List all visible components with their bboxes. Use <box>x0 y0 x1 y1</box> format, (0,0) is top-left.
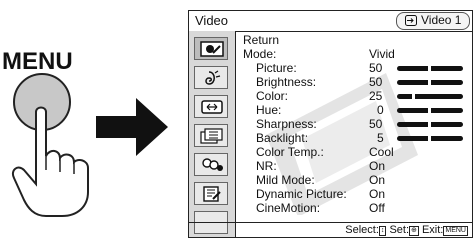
setup-icon <box>203 186 221 202</box>
exit-hint: Exit: <box>421 224 444 236</box>
cinemotion-value: Off <box>369 201 385 215</box>
cinemotion-label: CineMotion: <box>256 201 321 215</box>
up-down-key-icon: ↕ <box>378 226 387 236</box>
parental-lock-menu-tab[interactable] <box>194 153 228 176</box>
backlight-slider[interactable] <box>397 135 463 142</box>
sharpness-slider[interactable] <box>397 121 463 128</box>
screen-icon <box>201 100 223 114</box>
color-temp-value: Cool <box>369 145 394 159</box>
set-hint: Set: <box>389 224 410 236</box>
menu-item-sharpness[interactable]: Sharpness: 50 <box>236 117 472 132</box>
return-label: Return <box>243 33 280 47</box>
screen-menu-tab[interactable] <box>194 95 228 118</box>
hue-value: 0 <box>377 103 384 117</box>
menu-item-nr[interactable]: NR: On <box>236 159 472 174</box>
picture-settings-list: Return Mode: Vivid Picture: 50 Brightnes… <box>236 31 472 222</box>
color-slider[interactable] <box>397 93 463 100</box>
menu-item-mild-mode[interactable]: Mild Mode: On <box>236 173 472 188</box>
picture-icon <box>200 41 224 57</box>
menu-item-backlight[interactable]: Backlight: 5 <box>236 131 472 146</box>
mild-mode-value: On <box>369 173 386 187</box>
color-temp-label: Color Temp.: <box>256 145 324 159</box>
picture-slider[interactable] <box>397 65 463 72</box>
menu-item-picture[interactable]: Picture: 50 <box>236 61 472 76</box>
slider-knob <box>428 135 431 142</box>
menu-item-mode[interactable]: Mode: Vivid <box>236 47 472 62</box>
dynamic-picture-label: Dynamic Picture: <box>256 187 347 201</box>
color-value: 25 <box>369 89 383 103</box>
arrow-right-icon <box>96 98 168 156</box>
picture-menu-tab[interactable] <box>194 37 228 60</box>
slider-knob <box>428 65 431 72</box>
osd-footer: Select: ↕ Set: ⊕ Exit: MENU <box>189 222 472 238</box>
dynamic-picture-value: On <box>369 187 386 201</box>
mode-value: Vivid <box>369 47 395 61</box>
slider-knob <box>428 107 431 114</box>
nr-label: NR: <box>256 159 277 173</box>
channel-menu-tab[interactable] <box>194 124 228 147</box>
brightness-value: 50 <box>369 75 383 89</box>
pressing-hand-icon <box>12 73 89 217</box>
menu-item-hue[interactable]: Hue: 0 <box>236 103 472 118</box>
menu-item-color-temp[interactable]: Color Temp.: Cool <box>236 145 472 160</box>
input-source-icon <box>405 15 417 26</box>
menu-item-cinemotion[interactable]: CineMotion: Off <box>236 201 472 216</box>
sharpness-label: Sharpness: <box>256 117 317 131</box>
brightness-label: Brightness: <box>256 75 317 89</box>
hue-slider[interactable] <box>397 107 463 114</box>
slider-knob <box>428 79 431 86</box>
slider-knob <box>428 121 431 128</box>
tv-osd-menu: Video Video 1 Return Mode: Vivid Picture… <box>188 10 473 238</box>
select-hint: Select: <box>345 224 379 236</box>
sharpness-value: 50 <box>369 117 383 131</box>
mode-label: Mode: <box>243 47 277 61</box>
nr-value: On <box>369 159 386 173</box>
sound-menu-tab[interactable] <box>194 66 228 89</box>
channel-icon <box>200 128 223 144</box>
setup-menu-tab[interactable] <box>194 182 228 205</box>
slider-knob <box>412 93 415 100</box>
osd-header: Video Video 1 <box>189 11 472 32</box>
menu-item-color[interactable]: Color: 25 <box>236 89 472 104</box>
enter-key-icon: ⊕ <box>409 226 419 236</box>
footer-hints: Select: ↕ Set: ⊕ Exit: MENU <box>345 224 468 236</box>
parental-lock-icon <box>202 158 223 171</box>
sound-icon <box>205 70 221 85</box>
backlight-label: Backlight: <box>256 131 309 145</box>
picture-value: 50 <box>369 61 383 75</box>
menu-item-brightness[interactable]: Brightness: 50 <box>236 75 472 90</box>
color-label: Color: <box>256 89 289 103</box>
osd-sidebar <box>189 31 236 237</box>
mild-mode-label: Mild Mode: <box>256 173 315 187</box>
brightness-slider[interactable] <box>397 79 463 86</box>
menu-item-dynamic-picture[interactable]: Dynamic Picture: On <box>236 187 472 202</box>
input-label: Video 1 <box>421 13 462 27</box>
backlight-value: 5 <box>377 131 384 145</box>
hue-label: Hue: <box>256 103 282 117</box>
menu-key-icon: MENU <box>443 226 468 236</box>
input-indicator: Video 1 <box>396 12 470 30</box>
picture-label: Picture: <box>256 61 297 75</box>
osd-title: Video <box>195 13 229 28</box>
